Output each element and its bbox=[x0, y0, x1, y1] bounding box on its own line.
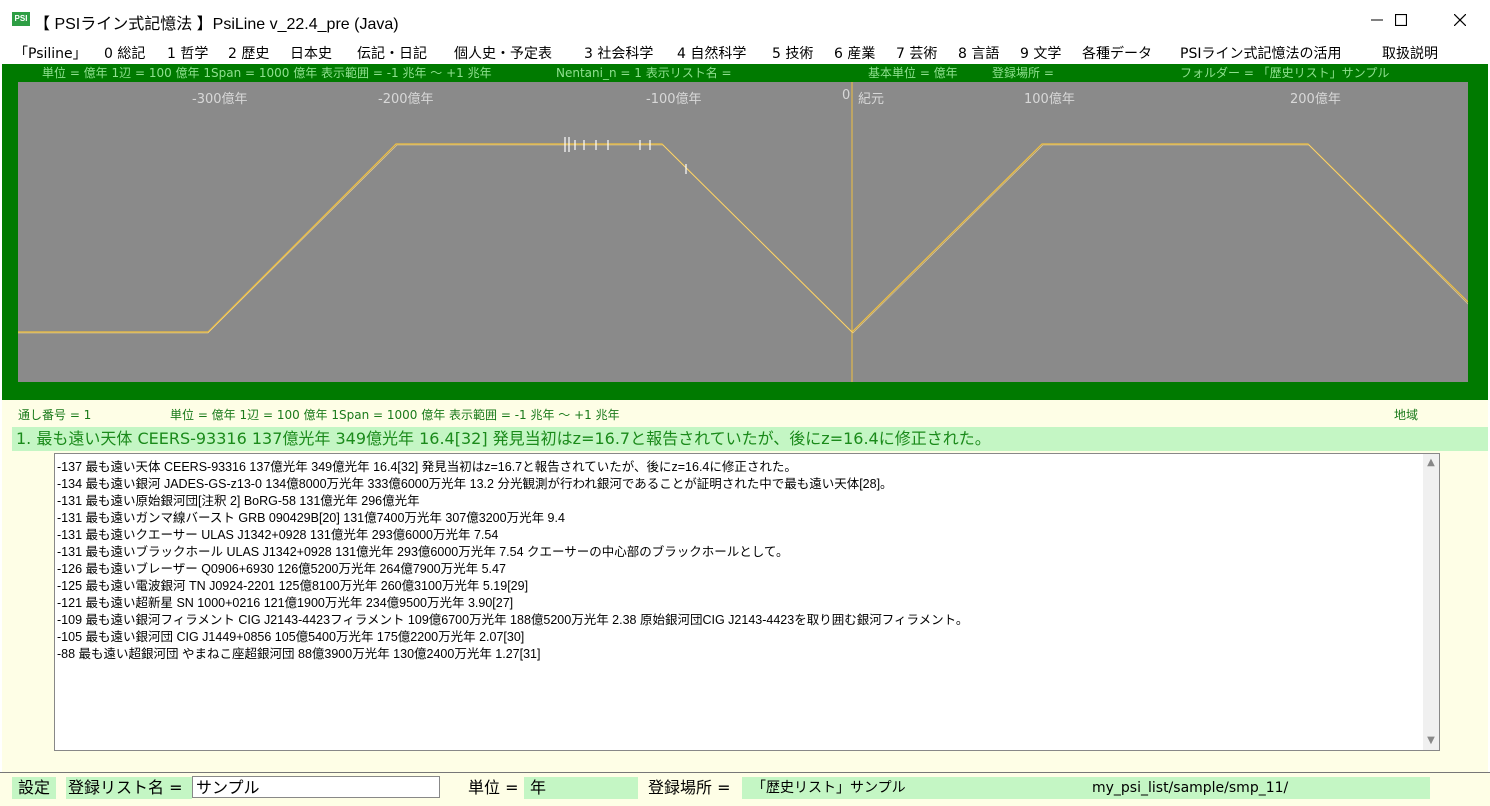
maximize-icon bbox=[1395, 14, 1407, 26]
title-bar: PSI 【 PSIライン式記憶法 】PsiLine v_22.4_pre (Ja… bbox=[0, 0, 1490, 40]
event-tick-marks bbox=[564, 137, 687, 174]
scroll-up-icon[interactable]: ▲ bbox=[1426, 458, 1436, 468]
window-title: 【 PSIライン式記憶法 】PsiLine v_22.4_pre (Java) bbox=[34, 16, 399, 33]
menu-personal-history[interactable]: 個人史・予定表 bbox=[454, 43, 552, 63]
menu-japanese-history[interactable]: 日本史 bbox=[290, 43, 332, 63]
graph-reg-place: 登録場所 = bbox=[992, 66, 1054, 80]
graph-nentani-info: Nentani_n = 1 表示リスト名 = bbox=[556, 66, 732, 80]
list-scrollbar[interactable]: ▲ ▼ bbox=[1423, 454, 1439, 750]
menu-psiline[interactable]: 「Psiline」 bbox=[14, 43, 87, 63]
event-list[interactable]: -137 最も遠い天体 CEERS-93316 137億光年 349億光年 16… bbox=[54, 453, 1440, 751]
detail-panel: 通し番号 = 1 単位 = 億年 1辺 = 100 億年 1Span = 100… bbox=[2, 400, 1488, 772]
bottom-bar: 設定 登録リスト名 = サンプル 単位 = 年 登録場所 = 「歴史リスト」サン… bbox=[0, 772, 1490, 806]
scroll-down-icon[interactable]: ▼ bbox=[1426, 736, 1436, 746]
psi-line-canvas[interactable]: -300億年 -200億年 -100億年 0 紀元 100億年 200億年 bbox=[18, 82, 1468, 382]
menu-bar: 「Psiline」 0 総記 1 哲学 2 歴史 日本史 伝記・日記 個人史・予… bbox=[0, 40, 1490, 64]
graph-panel: 単位 = 億年 1辺 = 100 億年 1Span = 1000 億年 表示範囲… bbox=[2, 64, 1488, 400]
psi-line-graph bbox=[18, 82, 1468, 382]
graph-unit-info: 単位 = 億年 1辺 = 100 億年 1Span = 1000 億年 表示範囲… bbox=[42, 66, 492, 80]
serial-number: 通し番号 = 1 bbox=[18, 408, 92, 422]
detail-unit-info: 単位 = 億年 1辺 = 100 億年 1Span = 1000 億年 表示範囲… bbox=[170, 408, 620, 422]
unit-value: 年 bbox=[524, 777, 638, 799]
reg-place-label: 登録場所 = bbox=[648, 778, 731, 797]
reg-path-value: my_psi_list/sample/smp_11/ bbox=[1092, 780, 1289, 796]
menu-literature[interactable]: 9 文学 bbox=[1020, 43, 1061, 63]
reg-list-input[interactable]: サンプル bbox=[192, 776, 440, 798]
unit-label: 単位 = bbox=[468, 778, 519, 797]
reg-place-field: 「歴史リスト」サンプル my_psi_list/sample/smp_11/ bbox=[742, 777, 1430, 799]
graph-base-unit: 基本単位 = 億年 bbox=[868, 66, 958, 80]
app-icon: PSI bbox=[12, 12, 30, 26]
reg-place-value: 「歴史リスト」サンプル bbox=[752, 780, 906, 796]
reg-list-label: 登録リスト名 = bbox=[66, 777, 192, 799]
menu-history[interactable]: 2 歴史 bbox=[228, 43, 269, 63]
headline-text: 1. 最も遠い天体 CEERS-93316 137億光年 349億光年 16.4… bbox=[16, 429, 991, 448]
region-label: 地域 bbox=[1394, 408, 1419, 422]
graph-folder: フォルダー = 「歴史リスト」サンプル bbox=[1180, 66, 1390, 80]
maximize-button[interactable] bbox=[1378, 4, 1424, 36]
menu-industry[interactable]: 6 産業 bbox=[834, 43, 875, 63]
menu-manual[interactable]: 取扱説明 bbox=[1382, 43, 1438, 63]
close-button[interactable] bbox=[1437, 4, 1483, 36]
menu-technology[interactable]: 5 技術 bbox=[772, 43, 813, 63]
menu-general[interactable]: 0 総記 bbox=[104, 43, 145, 63]
menu-language[interactable]: 8 言語 bbox=[958, 43, 999, 63]
menu-arts[interactable]: 7 芸術 bbox=[896, 43, 937, 63]
menu-data[interactable]: 各種データ bbox=[1082, 43, 1152, 63]
selected-event-headline: 1. 最も遠い天体 CEERS-93316 137億光年 349億光年 16.4… bbox=[12, 427, 1488, 451]
close-icon bbox=[1454, 14, 1466, 26]
menu-psiline-usage[interactable]: PSIライン式記憶法の活用 bbox=[1180, 43, 1341, 63]
settings-button[interactable]: 設定 bbox=[12, 777, 57, 799]
list-item[interactable]: -88 最も遠い超銀河団 やまねこ座超銀河団 88億3900万光年 130億24… bbox=[57, 643, 541, 662]
menu-biography[interactable]: 伝記・日記 bbox=[357, 43, 427, 63]
menu-philosophy[interactable]: 1 哲学 bbox=[167, 43, 208, 63]
psi-line-path bbox=[18, 143, 1468, 333]
menu-social-science[interactable]: 3 社会科学 bbox=[584, 43, 653, 63]
menu-natural-science[interactable]: 4 自然科学 bbox=[677, 43, 746, 63]
